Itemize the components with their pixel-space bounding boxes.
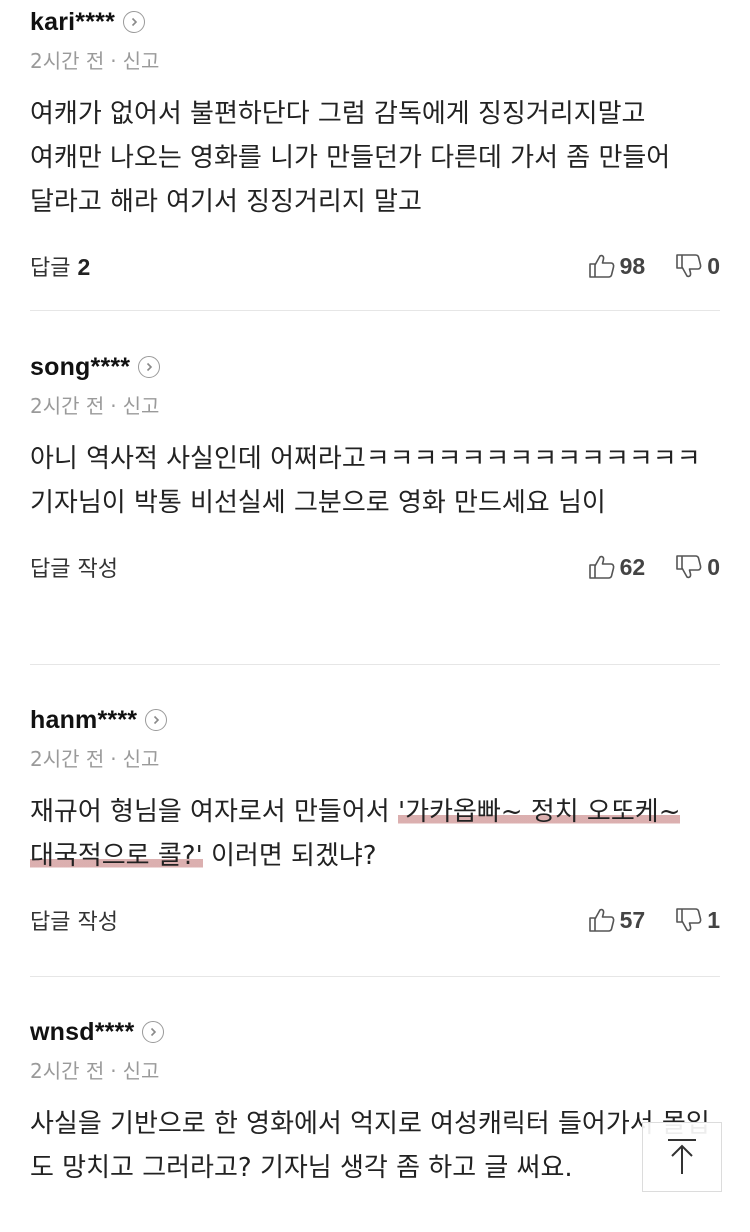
- comment-item: hanm**** 2시간 전 · 신고 재규어 형님을 여자로서 만들어서 '가카옵…: [0, 698, 750, 940]
- comment-text: 사실을 기반으로 한 영화에서 억지로 여성캐릭터 들어가서 몰입도 망치고 그…: [30, 1109, 710, 1183]
- dislike-count: 0: [707, 553, 720, 580]
- comment-author[interactable]: hanm****: [30, 706, 137, 735]
- comment-text: 재규어 형님을 여자로서 만들어서 '가카옵빠~ 정치 오또케~ 대국적으로 콜…: [30, 790, 710, 878]
- comment-author[interactable]: song****: [30, 353, 130, 382]
- report-link[interactable]: 신고: [123, 1059, 160, 1083]
- comment-text: 여캐가 없어서 불편하단다 그럼 감독에게 징징거리지말고 여캐만 나오는 영화…: [30, 99, 671, 217]
- arrow-up-icon: [668, 1139, 696, 1174]
- comment-divider: [30, 664, 720, 665]
- comment-meta: 2시간 전 · 신고: [30, 1054, 720, 1088]
- comment-time: 2시간 전: [30, 1059, 105, 1083]
- comment-actions: 답글 작성 57 1: [30, 900, 720, 940]
- comment-time: 2시간 전: [30, 747, 105, 771]
- reply-button[interactable]: 답글 작성: [30, 904, 118, 936]
- thumbs-down-icon: [676, 555, 702, 579]
- comment-divider: [30, 976, 720, 977]
- dislike-button[interactable]: 0: [675, 253, 720, 280]
- reply-count: 2: [77, 254, 91, 280]
- like-count: 57: [619, 906, 646, 933]
- reply-label: 답글: [30, 256, 71, 281]
- comment-author[interactable]: wnsd****: [30, 1018, 134, 1047]
- like-count: 98: [619, 252, 646, 279]
- like-button[interactable]: 98: [588, 252, 646, 280]
- thumbs-down-icon: [676, 254, 702, 278]
- comment-divider: [30, 310, 720, 311]
- comment-item: kari**** 2시간 전 · 신고 여캐가 없어서 불편하단다 그럼 감독에게 …: [0, 0, 750, 286]
- dislike-count: 0: [707, 252, 720, 279]
- chevron-right-icon[interactable]: [145, 709, 168, 731]
- thumbs-up-icon: [588, 908, 615, 932]
- thumbs-up-icon: [588, 254, 615, 278]
- comment-meta: 2시간 전 · 신고: [30, 742, 720, 776]
- like-button[interactable]: 62: [588, 553, 646, 581]
- reply-button[interactable]: 답글 2: [30, 250, 90, 282]
- separator-dot: ·: [110, 1059, 117, 1083]
- comment-meta: 2시간 전 · 신고: [30, 44, 720, 78]
- dislike-button[interactable]: 1: [675, 907, 720, 934]
- comment-meta: 2시간 전 · 신고: [30, 389, 720, 423]
- separator-dot: ·: [110, 394, 117, 418]
- comment-author[interactable]: kari****: [30, 8, 115, 37]
- comment-item: song**** 2시간 전 · 신고 아니 역사적 사실인데 어쩌라고ㅋㅋㅋㅋㅋㅋ…: [0, 345, 750, 587]
- comment-item: wnsd**** 2시간 전 · 신고 사실을 기반으로 한 영화에서 억지로 여성…: [0, 1010, 750, 1190]
- chevron-right-icon[interactable]: [138, 356, 161, 378]
- like-count: 62: [619, 553, 646, 580]
- comment-text: 아니 역사적 사실인데 어쩌라고ㅋㅋㅋㅋㅋㅋㅋㅋㅋㅋㅋㅋㅋㅋ 기자님이 박통 비…: [30, 444, 701, 518]
- comment-actions: 답글 작성 62 0: [30, 547, 720, 587]
- report-link[interactable]: 신고: [123, 747, 160, 771]
- report-link[interactable]: 신고: [123, 394, 160, 418]
- separator-dot: ·: [110, 747, 117, 771]
- vote-group: 57 1: [558, 907, 720, 934]
- comment-text-part: 이러면 되겠냐?: [202, 841, 377, 871]
- comment-time: 2시간 전: [30, 394, 105, 418]
- report-link[interactable]: 신고: [123, 49, 160, 73]
- comment-actions: 답글 2 98 0: [30, 246, 720, 286]
- like-button[interactable]: 57: [588, 906, 646, 934]
- comment-time: 2시간 전: [30, 49, 105, 73]
- dislike-button[interactable]: 0: [675, 554, 720, 581]
- separator-dot: ·: [110, 49, 117, 73]
- thumbs-down-icon: [676, 908, 702, 932]
- scroll-top-button[interactable]: [642, 1122, 722, 1192]
- chevron-right-icon[interactable]: [142, 1021, 165, 1043]
- comment-text-part: 재규어 형님을 여자로서 만들어서: [30, 797, 398, 827]
- vote-group: 98 0: [558, 253, 720, 280]
- reply-button[interactable]: 답글 작성: [30, 551, 118, 583]
- thumbs-up-icon: [588, 555, 615, 579]
- dislike-count: 1: [707, 906, 720, 933]
- chevron-right-icon[interactable]: [123, 11, 145, 33]
- vote-group: 62 0: [558, 554, 720, 581]
